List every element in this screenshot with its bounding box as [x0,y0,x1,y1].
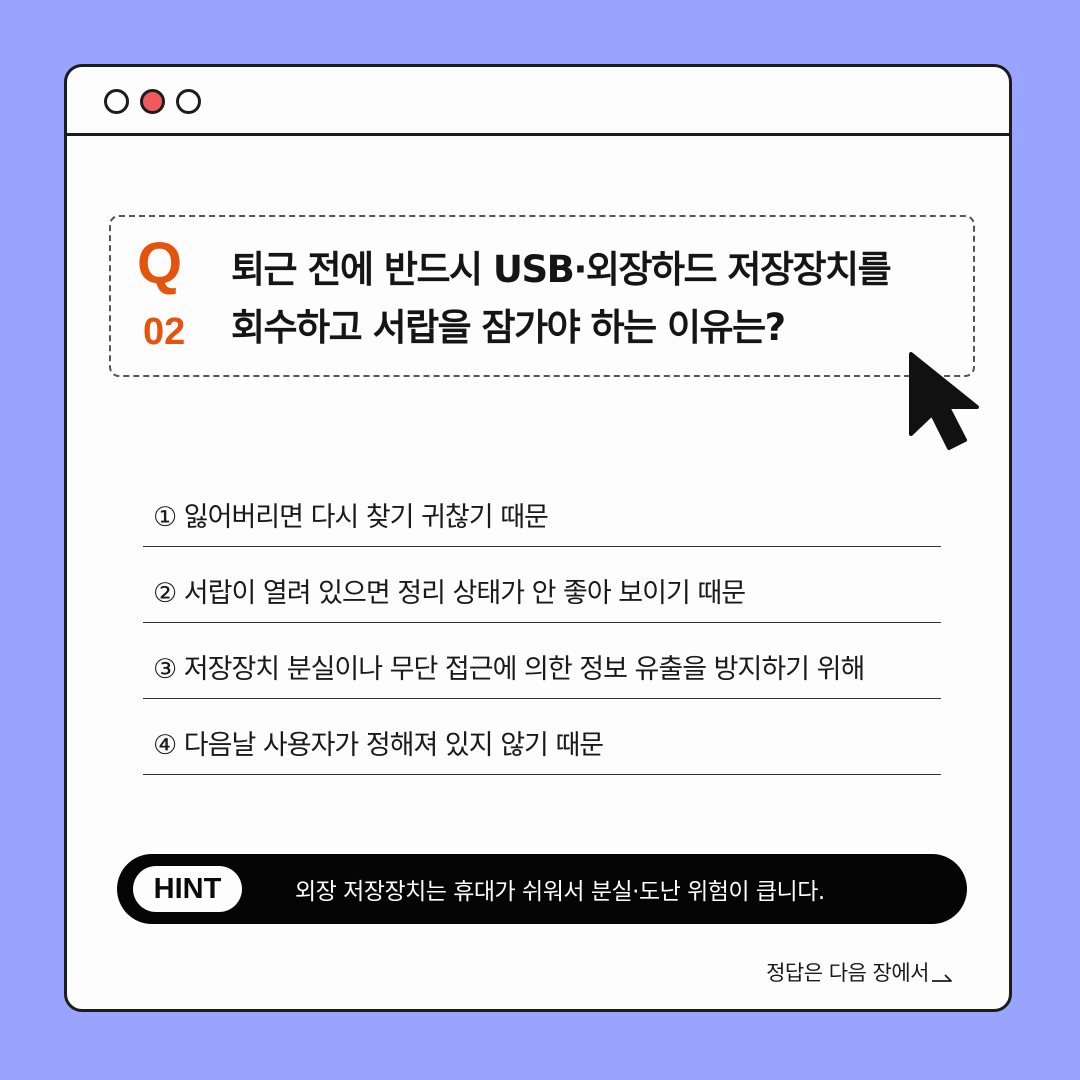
arrow-right-icon [932,974,952,982]
answer-option-label: ② 서랍이 열려 있으면 정리 상태가 안 좋아 보이기 때문 [153,578,746,609]
browser-window: Q 02 퇴근 전에 반드시 USB·외장하드 저장장치를 회수하고 서랍을 잠… [64,64,1012,1012]
next-page-label[interactable]: 정답은 다음 장에서 [766,957,953,987]
window-control-circle[interactable] [104,89,129,114]
question-line-1: 퇴근 전에 반드시 USB·외장하드 저장장치를 [231,248,892,291]
answer-option-label: ④ 다음날 사용자가 정해져 있지 않기 때문 [153,730,604,761]
window-control-circle-red[interactable] [140,89,165,114]
question-line-2: 회수하고 서랍을 잠가야 하는 이유는? [231,306,786,349]
window-titlebar [67,67,1009,136]
hint-text: 외장 저장장치는 휴대가 쉬워서 분실·도난 위험이 큽니다. [295,879,825,905]
answer-option-2[interactable]: ② 서랍이 열려 있으면 정리 상태가 안 좋아 보이기 때문 [143,547,941,623]
answer-option-label: ③ 저장장치 분실이나 무단 접근에 의한 정보 유출을 방지하기 위해 [153,654,865,685]
answer-option-4[interactable]: ④ 다음날 사용자가 정해져 있지 않기 때문 [143,699,941,775]
question-box: Q 02 퇴근 전에 반드시 USB·외장하드 저장장치를 회수하고 서랍을 잠… [109,215,975,377]
next-page-text: 정답은 다음 장에서 [766,961,929,985]
answer-option-3[interactable]: ③ 저장장치 분실이나 무단 접근에 의한 정보 유출을 방지하기 위해 [143,623,941,699]
window-control-circle[interactable] [176,89,201,114]
question-mark-letter: Q [137,231,183,296]
hint-bar: HINT 외장 저장장치는 휴대가 쉬워서 분실·도난 위험이 큽니다. [117,854,967,924]
question-number: 02 [143,311,186,353]
hint-badge: HINT [133,866,242,912]
answer-option-label: ① 잃어버리면 다시 찾기 귀찮기 때문 [153,502,549,533]
answer-option-1[interactable]: ① 잃어버리면 다시 찾기 귀찮기 때문 [143,471,941,547]
cursor-arrow-icon [909,352,979,450]
answer-options: ① 잃어버리면 다시 찾기 귀찮기 때문 ② 서랍이 열려 있으면 정리 상태가… [143,471,941,775]
question-text: 퇴근 전에 반드시 USB·외장하드 저장장치를 회수하고 서랍을 잠가야 하는… [231,241,961,357]
